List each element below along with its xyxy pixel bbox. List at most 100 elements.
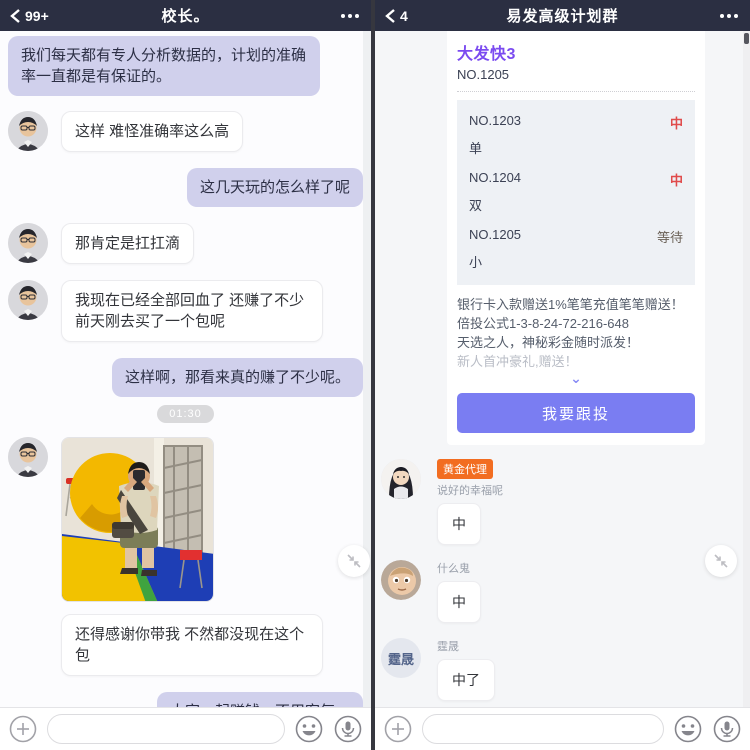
- photo-message[interactable]: [61, 437, 214, 602]
- voice-button[interactable]: [712, 714, 742, 744]
- avatar-man[interactable]: [8, 223, 48, 263]
- smiley-icon: [295, 715, 323, 743]
- plan-current-issue: NO.1205: [457, 67, 510, 82]
- unread-count: 99+: [25, 7, 49, 24]
- plus-icon: [9, 715, 37, 743]
- member-name: 霆晟: [437, 641, 459, 653]
- plan-row: NO.1205 等待 小: [469, 220, 683, 277]
- message-bubble: 这几天玩的怎么样了呢: [186, 168, 363, 207]
- plan-row-issue: NO.1205: [469, 227, 522, 242]
- microphone-icon: [334, 715, 362, 743]
- message-bubble: 那肯定是扛扛滴: [61, 223, 195, 264]
- attach-plus-button[interactable]: [8, 714, 38, 744]
- promo-line-faded: 新人首冲豪礼,赠送！: [457, 354, 578, 369]
- right-input-bar: [375, 707, 750, 750]
- group-message: 黄金代理 说好的幸福呢 中: [381, 459, 750, 545]
- plan-row-result: 等待: [656, 230, 683, 245]
- emoji-button[interactable]: [294, 714, 324, 744]
- message-bubble: 中: [437, 503, 481, 545]
- compress-arrows-icon: [714, 554, 728, 568]
- man-avatar-icon: [8, 223, 48, 263]
- avatar-man[interactable]: [8, 111, 48, 151]
- expand-more-button[interactable]: ⌄: [457, 370, 695, 386]
- scrollbar-thumb[interactable]: [744, 33, 749, 44]
- member-name: 说好的幸福呢: [437, 485, 503, 497]
- private-chat-panel: 99+ 校长。 我们每天都有专人分析数据的，计划的准确率一直都是有保证的。 这样…: [0, 0, 371, 750]
- avatar-man[interactable]: [8, 437, 48, 477]
- member-badge: 黄金代理: [437, 459, 493, 479]
- back-button[interactable]: 99+: [10, 8, 70, 24]
- right-panel-scroll-track[interactable]: [743, 31, 750, 750]
- plan-row: NO.1203 中 单: [469, 106, 683, 163]
- message-bubble: 大家一起赚钱，不用客气。: [156, 692, 363, 707]
- dual-chat-screenshot: 99+ 校长。 我们每天都有专人分析数据的，计划的准确率一直都是有保证的。 这样…: [0, 0, 750, 750]
- left-input-bar: [0, 707, 371, 750]
- plan-row-pick: 单: [469, 141, 483, 156]
- chevron-left-icon: [10, 8, 20, 23]
- plan-row: NO.1204 中 双: [469, 163, 683, 220]
- left-panel-scroll-track[interactable]: [363, 31, 371, 750]
- man-avatar-icon: [8, 280, 48, 320]
- message-bubble: 这样啊，那看来真的赚了不少呢。: [111, 358, 363, 397]
- compress-arrows-icon: [347, 554, 361, 568]
- message-bubble: 我现在已经全部回血了 还赚了不少 前天刚去买了一个包呢: [61, 280, 323, 342]
- girl-avatar-icon: [381, 459, 421, 499]
- unread-count: 4: [400, 7, 408, 24]
- avatar-text[interactable]: 霆晟: [381, 638, 421, 678]
- plan-results-table: NO.1203 中 单 NO.1204 中 双 NO.1205 等待 小: [457, 100, 695, 285]
- plus-icon: [384, 715, 412, 743]
- avatar-girl[interactable]: [381, 459, 421, 499]
- chevron-left-icon: [385, 8, 395, 23]
- message-bubble: 我们每天都有专人分析数据的，计划的准确率一直都是有保证的。: [8, 36, 320, 96]
- lottery-plan-card: 大发快3 NO.1205 NO.1203 中 单 NO.1204 中 双 NO.…: [447, 31, 705, 445]
- chevron-down-icon: ⌄: [570, 370, 582, 386]
- plan-game-title: 大发快3: [457, 46, 516, 63]
- playground-selfie-photo: [62, 438, 213, 601]
- chat-title: 校长。: [161, 8, 210, 25]
- message-input[interactable]: [47, 714, 285, 744]
- private-chat-header: 99+ 校长。: [0, 0, 371, 31]
- promo-line: 倍投公式1-3-8-24-72-216-648: [457, 316, 629, 331]
- message-input[interactable]: [422, 714, 664, 744]
- promo-line: 银行卡入款赠送1%笔笔充值笔笔赠送！: [457, 297, 684, 312]
- plan-row-pick: 小: [469, 255, 483, 270]
- follow-bet-button[interactable]: 我要跟投: [457, 393, 695, 433]
- promo-text-block: 银行卡入款赠送1%笔笔充值笔笔赠送！ 倍投公式1-3-8-24-72-216-6…: [457, 295, 695, 371]
- message-bubble: 这样 难怪准确率这么高: [61, 111, 244, 152]
- message-bubble: 还得感谢你带我 不然都没现在这个包: [61, 614, 323, 676]
- message-bubble: 中: [437, 581, 481, 623]
- more-menu-button[interactable]: [718, 10, 740, 22]
- plan-row-pick: 双: [469, 198, 483, 213]
- smiley-icon: [674, 715, 702, 743]
- message-bubble: 中了: [437, 659, 495, 701]
- group-chat-body: 大发快3 NO.1205 NO.1203 中 单 NO.1204 中 双 NO.…: [375, 31, 750, 707]
- group-chat-header: 4 易发高级计划群: [375, 0, 750, 31]
- microphone-icon: [713, 715, 741, 743]
- group-chat-panel: 4 易发高级计划群 大发快3 NO.1205 NO.1203 中 单 NO.12…: [375, 0, 750, 750]
- member-name: 什么鬼: [437, 563, 470, 575]
- avatar-man[interactable]: [8, 280, 48, 320]
- plan-row-issue: NO.1204: [469, 170, 522, 185]
- plan-row-result: 中: [669, 173, 683, 188]
- man-avatar-icon: [8, 437, 48, 477]
- back-button[interactable]: 4: [385, 8, 445, 24]
- timestamp: 01:30: [157, 405, 214, 423]
- avatar-initials: 霆晟: [387, 651, 414, 667]
- chat-title: 易发高级计划群: [506, 8, 619, 25]
- promo-line: 天选之人，神秘彩金随时派发！: [457, 335, 640, 350]
- collapse-float-button[interactable]: [705, 545, 737, 577]
- emoji-button[interactable]: [673, 714, 703, 744]
- collapse-float-button[interactable]: [338, 545, 370, 577]
- avatar-baby[interactable]: [381, 560, 421, 600]
- plan-row-result: 中: [669, 116, 683, 131]
- baby-avatar-icon: [381, 560, 421, 600]
- group-message: 什么鬼 中: [381, 560, 750, 623]
- attach-plus-button[interactable]: [383, 714, 413, 744]
- man-avatar-icon: [8, 111, 48, 151]
- more-menu-button[interactable]: [339, 10, 361, 22]
- group-message: 霆晟 霆晟 中了: [381, 638, 750, 701]
- private-chat-body: 我们每天都有专人分析数据的，计划的准确率一直都是有保证的。 这样 难怪准确率这么…: [0, 31, 371, 707]
- voice-button[interactable]: [333, 714, 363, 744]
- dotted-divider: [457, 91, 695, 92]
- plan-row-issue: NO.1203: [469, 113, 522, 128]
